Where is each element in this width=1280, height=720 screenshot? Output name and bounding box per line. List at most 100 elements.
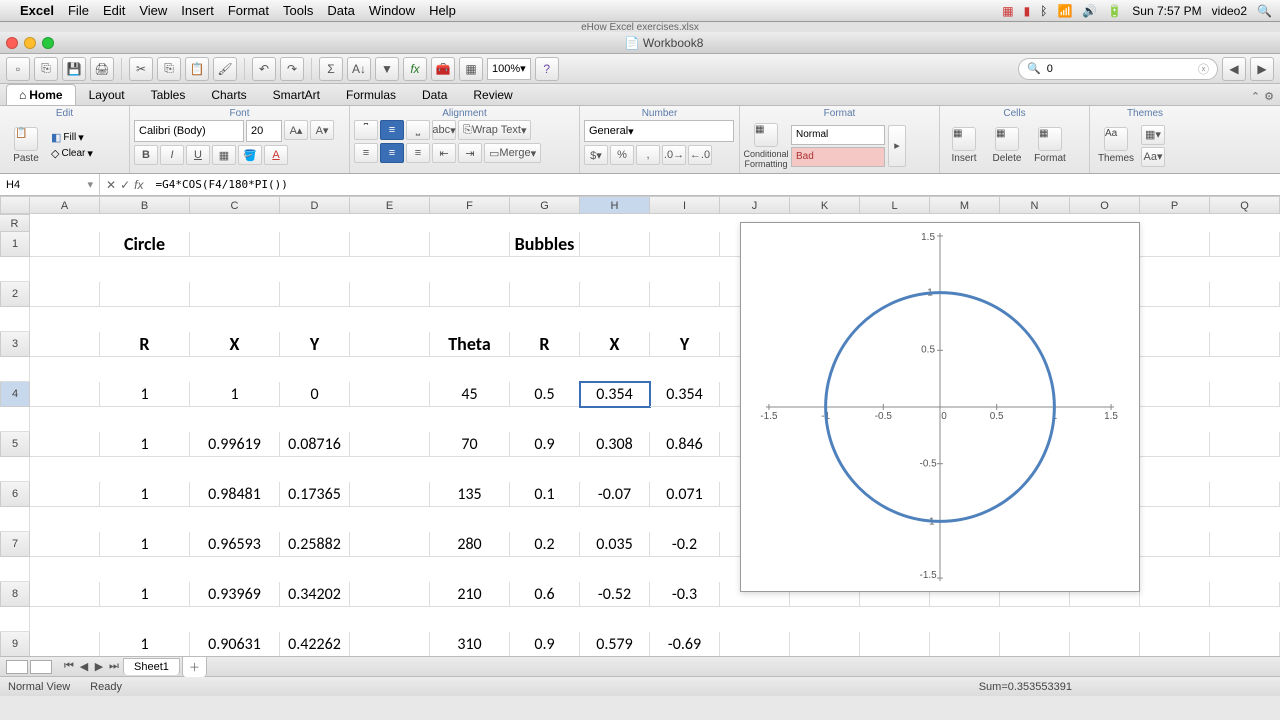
col-header-G[interactable]: G — [510, 196, 580, 214]
clock[interactable]: Sun 7:57 PM — [1132, 4, 1201, 18]
add-sheet-button[interactable]: ＋ — [182, 656, 207, 677]
zoom-window-button[interactable] — [42, 37, 54, 49]
cell-H5[interactable]: 0.308 — [580, 432, 650, 457]
align-middle-button[interactable]: ≡ — [380, 120, 404, 140]
volume-icon[interactable]: 🔊 — [1082, 4, 1097, 18]
increase-font-button[interactable]: A▴ — [284, 120, 308, 140]
align-bottom-button[interactable]: ⎵ — [406, 120, 430, 140]
cell-C2[interactable] — [190, 282, 280, 307]
cell-E1[interactable] — [350, 232, 430, 257]
cell-G8[interactable]: 0.6 — [510, 582, 580, 607]
tab-formulas[interactable]: Formulas — [333, 84, 409, 105]
cell-Q7[interactable] — [1210, 532, 1280, 557]
cell-B1[interactable]: Circle — [100, 232, 190, 257]
filter-button[interactable]: ▼ — [375, 57, 399, 81]
cell-D4[interactable]: 0 — [280, 382, 350, 407]
align-left-button[interactable]: ≡ — [354, 143, 378, 163]
cell-F4[interactable]: 45 — [430, 382, 510, 407]
cell-D6[interactable]: 0.17365 — [280, 482, 350, 507]
cell-D8[interactable]: 0.34202 — [280, 582, 350, 607]
wifi-icon[interactable]: 📶 — [1057, 4, 1072, 18]
font-name-select[interactable]: Calibri (Body) — [134, 120, 244, 142]
cell-B7[interactable]: 1 — [100, 532, 190, 557]
nav-prev-button[interactable]: ◀ — [1222, 57, 1246, 81]
cell-R6[interactable] — [0, 507, 30, 532]
cell-C4[interactable]: 1 — [190, 382, 280, 407]
cell-C7[interactable]: 0.96593 — [190, 532, 280, 557]
formula-input[interactable]: =G4*COS(F4/180*PI()) — [149, 178, 1280, 191]
cell-H3[interactable]: X — [580, 332, 650, 357]
col-header-P[interactable]: P — [1140, 196, 1210, 214]
cell-D9[interactable]: 0.42262 — [280, 632, 350, 656]
prev-sheet-button[interactable]: ◀ — [77, 660, 91, 673]
increase-indent-button[interactable]: ⇥ — [458, 143, 482, 163]
format-cells-button[interactable]: ▦Format — [1030, 121, 1070, 171]
cell-C5[interactable]: 0.99619 — [190, 432, 280, 457]
increase-decimal-button[interactable]: .0→ — [662, 145, 686, 165]
cell-E9[interactable] — [350, 632, 430, 656]
next-sheet-button[interactable]: ▶ — [92, 660, 106, 673]
cell-R4[interactable] — [0, 407, 30, 432]
cell-K9[interactable] — [790, 632, 860, 656]
fx-icon[interactable]: fx — [134, 178, 143, 192]
percent-button[interactable]: % — [610, 145, 634, 165]
copy-button[interactable]: ⎘ — [157, 57, 181, 81]
cell-E4[interactable] — [350, 382, 430, 407]
cell-A4[interactable] — [30, 382, 100, 407]
cut-button[interactable]: ✂ — [129, 57, 153, 81]
row-header-6[interactable]: 6 — [0, 482, 30, 507]
align-top-button[interactable]: ⎴ — [354, 120, 378, 140]
menu-window[interactable]: Window — [369, 3, 415, 18]
cell-M9[interactable] — [930, 632, 1000, 656]
gallery-button[interactable]: ▦ — [459, 57, 483, 81]
cell-C6[interactable]: 0.98481 — [190, 482, 280, 507]
cell-F2[interactable] — [430, 282, 510, 307]
tab-layout[interactable]: Layout — [76, 84, 138, 105]
cell-B3[interactable]: R — [100, 332, 190, 357]
select-all-corner[interactable] — [0, 196, 30, 214]
cell-A8[interactable] — [30, 582, 100, 607]
page-layout-view-button[interactable] — [30, 660, 52, 674]
tab-data[interactable]: Data — [409, 84, 460, 105]
col-header-O[interactable]: O — [1070, 196, 1140, 214]
theme-colors-button[interactable]: ▦▾ — [1141, 125, 1165, 145]
new-button[interactable]: ▫ — [6, 57, 30, 81]
cell-A1[interactable] — [30, 232, 100, 257]
font-color-button[interactable]: A — [264, 145, 288, 165]
cell-Q6[interactable] — [1210, 482, 1280, 507]
cancel-formula-icon[interactable]: ✕ — [106, 178, 116, 192]
cell-I2[interactable] — [650, 282, 720, 307]
conditional-formatting-button[interactable]: ▦Conditional Formatting — [744, 121, 788, 171]
cell-E3[interactable] — [350, 332, 430, 357]
cell-P8[interactable] — [1140, 582, 1210, 607]
cell-B4[interactable]: 1 — [100, 382, 190, 407]
cell-F1[interactable] — [430, 232, 510, 257]
cell-P2[interactable] — [1140, 282, 1210, 307]
cell-H6[interactable]: -0.07 — [580, 482, 650, 507]
font-size-select[interactable]: 20 — [246, 120, 282, 142]
menu-view[interactable]: View — [139, 3, 167, 18]
cell-A7[interactable] — [30, 532, 100, 557]
col-header-Q[interactable]: Q — [1210, 196, 1280, 214]
cell-D2[interactable] — [280, 282, 350, 307]
col-header-M[interactable]: M — [930, 196, 1000, 214]
fill-button[interactable]: ◧Fill ▾ — [51, 131, 93, 144]
cell-D3[interactable]: Y — [280, 332, 350, 357]
cell-G5[interactable]: 0.9 — [510, 432, 580, 457]
cell-B5[interactable]: 1 — [100, 432, 190, 457]
tab-smartart[interactable]: SmartArt — [260, 84, 333, 105]
tab-home[interactable]: ⌂Home — [6, 84, 76, 105]
cell-R7[interactable] — [0, 557, 30, 582]
cell-G2[interactable] — [510, 282, 580, 307]
cell-R8[interactable] — [0, 607, 30, 632]
battery-icon[interactable]: 🔋 — [1107, 4, 1122, 18]
cell-F6[interactable]: 135 — [430, 482, 510, 507]
cell-G9[interactable]: 0.9 — [510, 632, 580, 656]
decrease-font-button[interactable]: A▾ — [310, 120, 334, 140]
col-header-B[interactable]: B — [100, 196, 190, 214]
cell-H7[interactable]: 0.035 — [580, 532, 650, 557]
cell-P1[interactable] — [1140, 232, 1210, 257]
menu-data[interactable]: Data — [327, 3, 354, 18]
cell-A3[interactable] — [30, 332, 100, 357]
row-header-2[interactable]: 2 — [0, 282, 30, 307]
